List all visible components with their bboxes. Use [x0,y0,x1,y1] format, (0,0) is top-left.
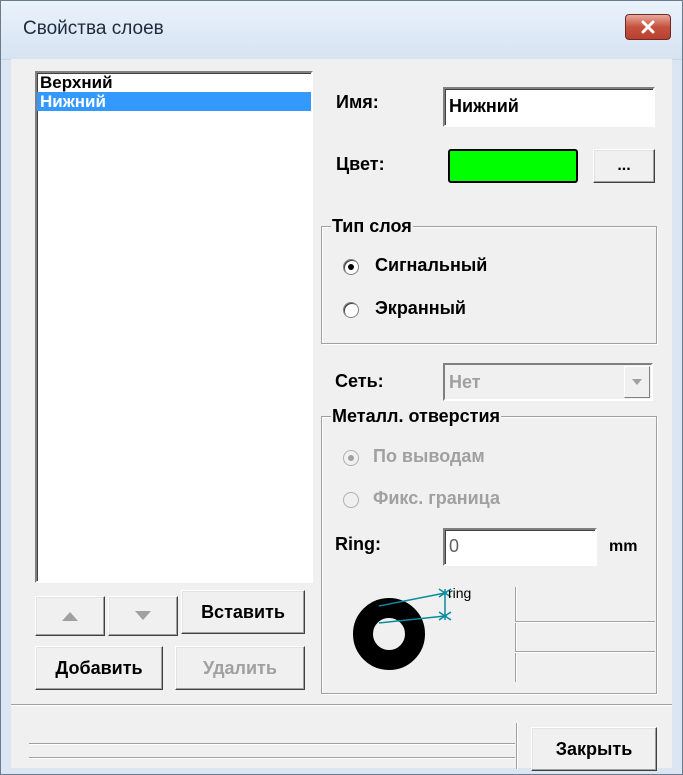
layers-list[interactable]: Верхний Нижний [35,71,313,583]
window-title: Свойства слоев [23,18,164,39]
by-pins-radio[interactable] [343,450,359,466]
add-button[interactable]: Добавить [35,646,163,690]
color-label: Цвет: [336,154,385,174]
divider [515,651,655,652]
close-button[interactable]: Закрыть [531,727,657,771]
arrow-down-icon [135,611,151,620]
net-value: Нет [449,372,481,392]
ring-diagram-label: ring [448,585,471,601]
divider [515,587,516,682]
layer-type-group [321,226,657,344]
delete-button[interactable]: Удалить [175,646,305,690]
name-input[interactable]: Нижний [443,87,655,127]
color-browse-button[interactable]: ... [593,149,655,183]
chevron-down-icon [632,379,642,385]
fixed-border-radio[interactable] [343,492,359,508]
net-select[interactable]: Нет [443,363,653,401]
divider [29,757,515,758]
ring-input[interactable]: 0 [443,528,597,566]
title-bar[interactable]: Свойства слоев [1,1,682,60]
insert-button[interactable]: Вставить [181,590,305,634]
move-up-button[interactable] [35,596,105,636]
ring-label: Ring: [335,534,381,554]
close-window-button[interactable] [625,14,671,40]
divider [29,743,515,744]
signal-radio[interactable] [343,259,359,275]
ring-diagram-icon: ring [353,585,471,670]
metal-holes-label: Металл. отверстия [331,406,502,426]
screen-label: Экранный [375,298,467,318]
color-swatch[interactable] [448,149,578,183]
move-down-button[interactable] [108,596,178,636]
layer-type-label: Тип слоя [331,216,413,236]
arrow-up-icon [62,612,78,621]
dropdown-arrow[interactable] [624,366,650,398]
list-item[interactable]: Верхний [37,73,311,92]
close-icon [641,20,655,34]
by-pins-label: По выводам [373,446,485,466]
name-label: Имя: [336,92,379,112]
divider [516,723,517,769]
dialog-client-area: Верхний Нижний Вставить Добавить Удалить… [11,59,672,771]
net-label: Сеть: [335,371,384,391]
screen-radio[interactable] [343,302,359,318]
list-item-selected[interactable]: Нижний [37,92,311,111]
divider [515,621,655,622]
fixed-border-label: Фикс. граница [373,488,500,508]
ring-unit: mm [609,538,638,555]
signal-label: Сигнальный [375,255,488,275]
layer-properties-dialog: Свойства слоев Верхний Нижний Вставить Д… [0,0,683,775]
